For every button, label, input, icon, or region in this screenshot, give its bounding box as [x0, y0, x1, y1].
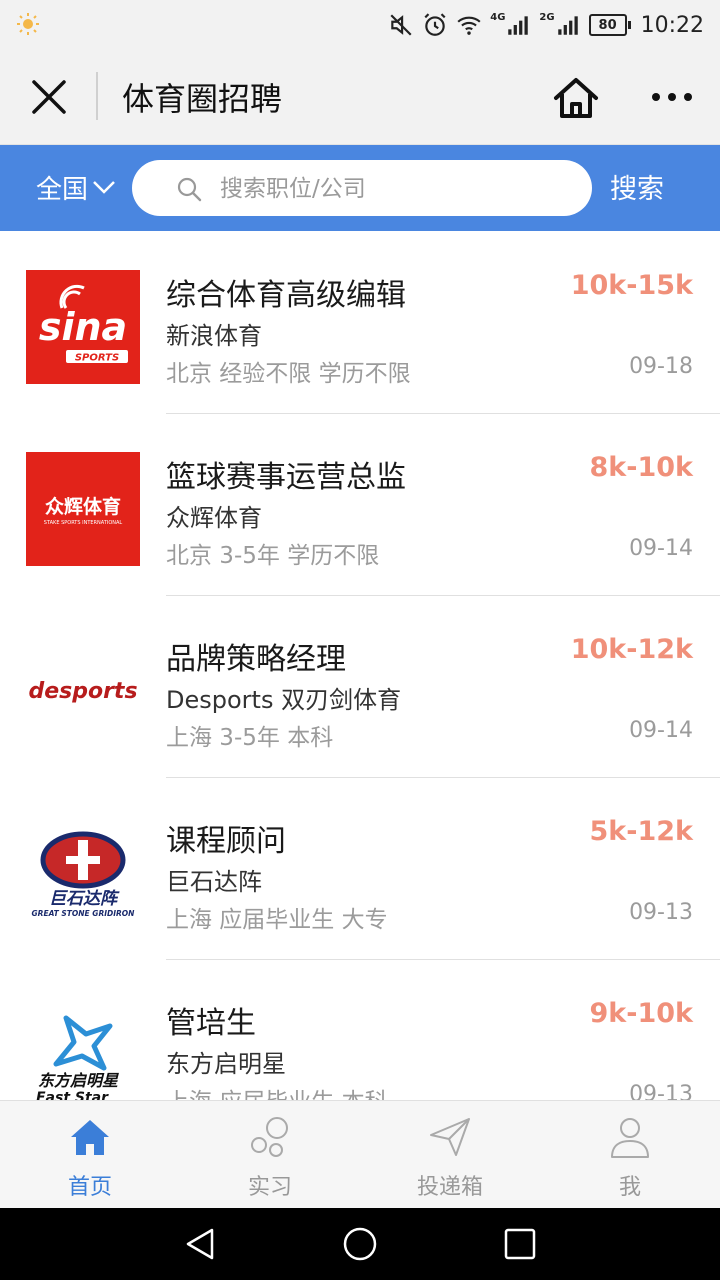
job-date: 09-14 [629, 718, 693, 743]
bubbles-icon [251, 1117, 288, 1157]
status-bar: 4G 2G 80 10:22 [0, 0, 720, 50]
nav-label: 投递箱 [416, 1175, 483, 1200]
nav-internship[interactable]: 实习 [180, 1101, 360, 1209]
home-circle-icon[interactable] [342, 1226, 378, 1262]
battery-indicator: 80 [588, 14, 631, 36]
weather-sun-icon [17, 13, 39, 35]
svg-text:众辉体育: 众辉体育 [45, 495, 121, 518]
search-input[interactable] [218, 168, 582, 210]
job-item[interactable]: 东方启明星 East Star 管培生 9k-10k 东方启明星 上海 应届毕业… [0, 960, 720, 1100]
region-label: 全国 [36, 174, 89, 205]
search-icon [177, 177, 202, 202]
send-icon [430, 1118, 470, 1156]
job-salary: 10k-12k [570, 634, 693, 665]
page-title: 体育圈招聘 [122, 80, 283, 118]
svg-text:East Star: East Star [36, 1090, 109, 1100]
nav-label: 我 [618, 1175, 641, 1200]
job-salary: 10k-15k [570, 270, 693, 301]
search-button[interactable]: 搜索 [610, 167, 664, 206]
chevron-down-icon [93, 181, 115, 194]
job-company: Desports 双刃剑体育 [166, 686, 402, 714]
desports-logo: desports [26, 634, 140, 748]
network-2g-label: 2G [539, 11, 555, 23]
home-icon [71, 1120, 109, 1155]
job-item[interactable]: 巨石达阵 GREAT STONE GRIDIRON 课程顾问 5k-12k 巨石… [0, 778, 720, 960]
region-selector[interactable]: 全国 [36, 167, 116, 207]
job-meta: 上海 应届毕业生 本科 [166, 1082, 388, 1100]
nav-home[interactable]: 首页 [0, 1101, 180, 1209]
svg-text:STAKE SPORTS INTERNATIONAL: STAKE SPORTS INTERNATIONAL [44, 520, 123, 526]
status-time: 10:22 [640, 12, 704, 38]
nav-outbox[interactable]: 投递箱 [360, 1101, 540, 1209]
close-icon[interactable] [30, 78, 68, 116]
great-stone-gridiron-logo: 巨石达阵 GREAT STONE GRIDIRON [26, 816, 140, 930]
network-4g-label: 4G [490, 11, 506, 23]
title-bar: 体育圈招聘 [0, 50, 720, 145]
job-meta: 北京 经验不限 学历不限 [166, 361, 411, 387]
job-date: 09-14 [629, 536, 693, 561]
job-meta: 上海 3-5年 本科 [166, 725, 334, 751]
nav-label: 首页 [67, 1175, 112, 1200]
home-icon[interactable] [552, 74, 600, 122]
bottom-nav: 首页 实习 投递箱 我 [0, 1100, 720, 1209]
svg-text:GREAT STONE GRIDIRON: GREAT STONE GRIDIRON [32, 909, 136, 918]
alarm-icon [424, 13, 446, 36]
mute-icon [390, 14, 412, 36]
job-list: sina SPORTS 综合体育高级编辑 10k-15k 新浪体育 北京 经验不… [0, 232, 720, 1100]
job-salary: 8k-10k [589, 452, 693, 483]
svg-text:东方启明星: 东方启明星 [38, 1071, 119, 1090]
job-salary: 5k-12k [589, 816, 693, 847]
job-item[interactable]: 众辉体育 STAKE SPORTS INTERNATIONAL 篮球赛事运营总监… [0, 414, 720, 596]
job-salary: 9k-10k [589, 998, 693, 1029]
job-meta: 上海 应届毕业生 大专 [166, 907, 388, 933]
job-title: 管培生 [166, 1006, 256, 1041]
recent-apps-icon[interactable] [502, 1226, 538, 1262]
job-item[interactable]: desports 品牌策略经理 10k-12k Desports 双刃剑体育 上… [0, 596, 720, 778]
svg-text:desports: desports [28, 679, 137, 704]
signal-icon [508, 16, 529, 35]
system-nav-bar [0, 1208, 720, 1280]
svg-text:SPORTS: SPORTS [75, 353, 119, 364]
job-date: 09-18 [629, 354, 693, 379]
user-icon [611, 1118, 649, 1158]
more-options-icon[interactable] [650, 82, 694, 112]
job-company: 巨石达阵 [166, 868, 262, 896]
job-title: 综合体育高级编辑 [166, 278, 406, 313]
job-title: 课程顾问 [166, 824, 286, 859]
job-date: 09-13 [629, 900, 693, 925]
title-divider [96, 72, 98, 120]
search-box[interactable] [132, 160, 592, 216]
job-company: 东方启明星 [166, 1050, 286, 1078]
svg-text:巨石达阵: 巨石达阵 [49, 889, 120, 909]
svg-text:sina: sina [39, 305, 127, 349]
job-title: 品牌策略经理 [166, 642, 346, 677]
signal-icon [557, 16, 578, 35]
sina-sports-logo: sina SPORTS [26, 270, 140, 384]
stake-sports-logo: 众辉体育 STAKE SPORTS INTERNATIONAL [26, 452, 140, 566]
job-meta: 北京 3-5年 学历不限 [166, 543, 380, 569]
job-title: 篮球赛事运营总监 [166, 460, 406, 495]
job-company: 新浪体育 [166, 322, 262, 350]
nav-me[interactable]: 我 [540, 1101, 720, 1209]
wifi-icon [457, 16, 481, 35]
search-bar: 全国 搜索 [0, 145, 720, 231]
nav-label: 实习 [247, 1175, 292, 1200]
east-star-logo: 东方启明星 East Star [26, 998, 140, 1100]
job-item[interactable]: sina SPORTS 综合体育高级编辑 10k-15k 新浪体育 北京 经验不… [0, 232, 720, 414]
job-company: 众辉体育 [166, 504, 262, 532]
back-icon[interactable] [182, 1226, 218, 1262]
job-date: 09-13 [629, 1082, 693, 1100]
